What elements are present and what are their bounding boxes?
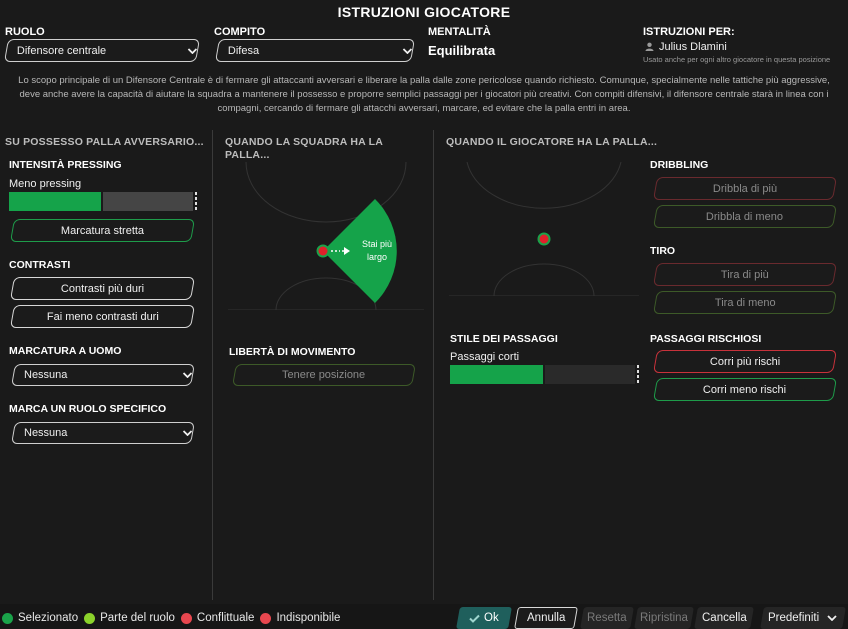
contrasti-piu-label: Contrasti più duri — [60, 282, 145, 295]
contrasti-piu-duri-button[interactable]: Contrasti più duri — [9, 277, 196, 300]
column-divider — [212, 130, 213, 600]
predefiniti-button[interactable]: Predefiniti — [760, 607, 846, 629]
pressing-slider-fill — [9, 192, 101, 211]
green-dot-icon — [2, 612, 13, 624]
tira-di-meno-button[interactable]: Tira di meno — [652, 291, 838, 314]
stile-slider-track — [545, 365, 635, 384]
column-divider — [433, 130, 434, 600]
player-marker — [537, 232, 551, 246]
istruzioni-per-label: ISTRUZIONI PER: — [643, 26, 735, 38]
chevron-down-icon — [827, 615, 838, 621]
resetta-button[interactable]: Resetta — [580, 607, 634, 629]
corri-piu-label: Corri più rischi — [709, 355, 781, 368]
tiro-title: TIRO — [650, 245, 676, 257]
player-note: Usato anche per ogni altro giocatore in … — [643, 55, 831, 64]
ruolo-dropdown[interactable]: Difensore centrale — [3, 39, 201, 62]
legend-indisponibile: Indisponibile — [260, 612, 340, 624]
mentalita-label: MENTALITÀ — [428, 26, 491, 38]
tenere-posizione-button[interactable]: Tenere posizione — [232, 364, 416, 386]
marcatura-uomo-value: Nessuna — [24, 369, 68, 381]
ripristina-label: Ripristina — [640, 612, 688, 624]
red-dot-icon — [180, 612, 192, 624]
stile-slider-fill — [450, 365, 543, 384]
person-icon — [645, 40, 654, 54]
corri-meno-rischi-button[interactable]: Corri meno rischi — [652, 378, 838, 401]
dribbla-piu-label: Dribbla di più — [712, 182, 778, 195]
ruolo-value: Difensore centrale — [17, 44, 107, 57]
annulla-label: Annulla — [526, 612, 566, 624]
compito-dropdown[interactable]: Difesa — [214, 39, 416, 62]
ruolo-specifico-value: Nessuna — [24, 427, 68, 439]
ok-label: Ok — [484, 612, 499, 624]
compito-label: COMPITO — [214, 26, 266, 38]
pitch-diagram-team: Stai più largo — [228, 162, 424, 310]
contrasti-meno-label: Fai meno contrasti duri — [46, 310, 159, 323]
slider-end-tick — [637, 365, 639, 384]
ruolo-specifico-title: MARCA UN RUOLO SPECIFICO — [9, 403, 167, 415]
ruolo-specifico-dropdown[interactable]: Nessuna — [11, 422, 195, 444]
marcatura-uomo-title: MARCATURA A UOMO — [9, 345, 122, 357]
stile-passaggi-title: STILE DEI PASSAGGI — [450, 333, 558, 345]
player-marker — [316, 244, 330, 258]
legend-parte-ruolo: Parte del ruolo — [84, 612, 175, 624]
pressing-slider-track — [103, 192, 193, 211]
legend-conflittuale-label: Conflittuale — [196, 612, 255, 624]
resetta-label: Resetta — [587, 612, 627, 624]
cancella-label: Cancella — [701, 612, 747, 624]
dribbling-title: DRIBBLING — [650, 159, 709, 171]
dribbla-di-meno-button[interactable]: Dribbla di meno — [652, 205, 838, 228]
pitch-label-line1: Stai più — [362, 239, 392, 249]
pitch-diagram-player — [449, 162, 639, 296]
cancella-button[interactable]: Cancella — [694, 607, 754, 629]
ok-button[interactable]: Ok — [456, 607, 512, 629]
stile-value-label: Passaggi corti — [450, 351, 520, 363]
marcatura-stretta-label: Marcatura stretta — [60, 224, 145, 237]
tira-meno-label: Tira di meno — [714, 296, 776, 309]
tira-di-piu-button[interactable]: Tira di più — [652, 263, 838, 286]
pressing-slider[interactable] — [9, 192, 197, 211]
legend-indisponibile-label: Indisponibile — [276, 612, 341, 624]
player-name: Julius Dlamini — [659, 41, 727, 53]
dribbla-di-piu-button[interactable]: Dribbla di più — [652, 177, 838, 200]
marcatura-uomo-dropdown[interactable]: Nessuna — [11, 364, 195, 386]
lime-dot-icon — [84, 612, 96, 624]
mentalita-value: Equilibrata — [428, 43, 496, 58]
col2-title-line1: QUANDO LA SQUADRA HA LA — [225, 136, 384, 148]
marcatura-stretta-button[interactable]: Marcatura stretta — [9, 219, 196, 242]
corri-meno-label: Corri meno rischi — [703, 383, 787, 396]
red-dot-icon — [260, 612, 272, 624]
legend-conflittuale: Conflittuale — [180, 612, 255, 624]
positioning-zone — [323, 199, 397, 303]
col1-title: SU POSSESSO PALLA AVVERSARIO... — [5, 136, 204, 148]
dribbla-meno-label: Dribbla di meno — [706, 210, 784, 223]
ruolo-label: RUOLO — [5, 26, 45, 38]
player-row: Julius Dlamini — [645, 40, 727, 54]
col3-title: QUANDO IL GIOCATORE HA LA PALLA... — [446, 136, 658, 148]
corri-piu-rischi-button[interactable]: Corri più rischi — [652, 350, 838, 373]
legend-parte-ruolo-label: Parte del ruolo — [100, 612, 175, 624]
dialog-title: ISTRUZIONI GIOCATORE — [337, 4, 511, 20]
pressing-value-label: Meno pressing — [9, 178, 82, 190]
annulla-button[interactable]: Annulla — [514, 607, 578, 629]
col2-title-line2: PALLA... — [225, 149, 270, 161]
tira-piu-label: Tira di più — [721, 268, 769, 281]
legend-selezionato: Selezionato — [2, 612, 78, 624]
predefiniti-label: Predefiniti — [768, 612, 820, 624]
compito-value: Difesa — [228, 44, 260, 57]
contrasti-meno-duri-button[interactable]: Fai meno contrasti duri — [9, 305, 196, 328]
tenere-posizione-label: Tenere posizione — [282, 369, 366, 381]
stile-passaggi-slider[interactable] — [450, 365, 639, 384]
check-icon — [469, 614, 480, 623]
role-description: Lo scopo principale di un Difensore Cent… — [18, 75, 830, 114]
ripristina-button[interactable]: Ripristina — [634, 607, 694, 629]
pressing-title: INTENSITÀ PRESSING — [9, 159, 122, 171]
pitch-label-line2: largo — [367, 252, 387, 262]
legend: Selezionato Parte del ruolo Conflittuale… — [2, 612, 340, 624]
legend-selezionato-label: Selezionato — [18, 612, 79, 624]
slider-end-tick — [195, 192, 197, 211]
passaggi-rischiosi-title: PASSAGGI RISCHIOSI — [650, 333, 762, 345]
contrasti-title: CONTRASTI — [9, 259, 71, 271]
liberta-movimento-title: LIBERTÀ DI MOVIMENTO — [229, 346, 356, 358]
